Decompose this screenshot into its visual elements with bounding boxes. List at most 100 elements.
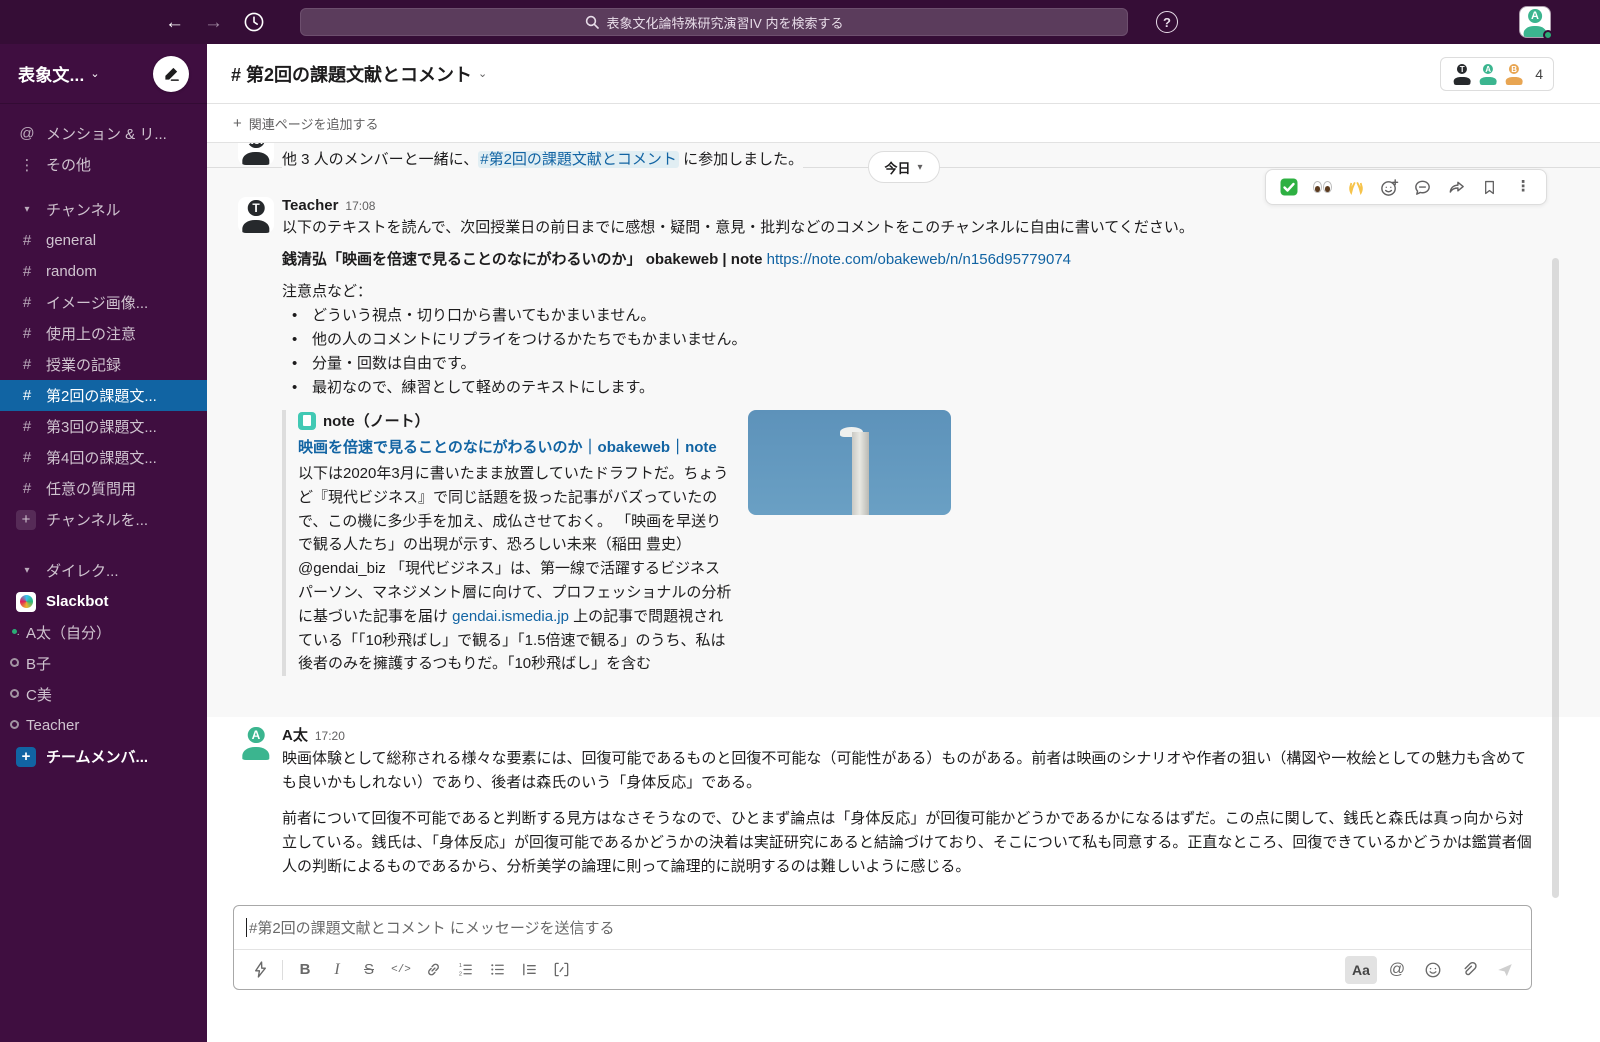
sidebar-channel-session2-active[interactable]: #第2回の課題文... <box>0 380 207 411</box>
sidebar-channel-images[interactable]: #イメージ画像... <box>0 287 207 318</box>
hash-icon: # <box>16 449 38 466</box>
member-avatar: B <box>1503 63 1525 85</box>
sidebar-channel-questions[interactable]: #任意の質問用 <box>0 473 207 504</box>
add-teammates-button[interactable]: + チームメンバ... <box>0 741 207 772</box>
white-check-mark-reaction-button[interactable] <box>1274 173 1304 201</box>
composer-input[interactable]: #第2回の課題文献とコメント にメッセージを送信する <box>234 906 1531 949</box>
divider <box>282 960 283 980</box>
dm-bko[interactable]: B B子 <box>0 648 207 679</box>
main-pane: # 第2回の課題文献とコメント ⌄ T A B 4 + 関連ページを追加する T… <box>207 44 1600 1042</box>
mention-button[interactable]: @ <box>1381 956 1413 984</box>
more-actions-button[interactable]: ⋮ <box>1508 173 1538 201</box>
author-name[interactable]: Teacher <box>282 143 338 146</box>
teacher-message: T Teacher17:08 以下のテキストを読んで、次回授業日の前日までに感想… <box>207 197 1600 676</box>
shortcuts-lightning-button[interactable] <box>244 956 276 984</box>
sidebar-channel-session3[interactable]: #第3回の課題文... <box>0 411 207 442</box>
help-icon[interactable]: ? <box>1156 11 1178 33</box>
add-channel-button[interactable]: + チャンネルを... <box>0 504 207 535</box>
sidebar-item-mentions[interactable]: @ メンション & リ... <box>0 118 207 149</box>
timestamp[interactable]: 17:05 <box>345 143 375 145</box>
user-avatar[interactable]: A <box>1520 7 1550 37</box>
hash-icon: # <box>16 480 38 497</box>
back-icon[interactable]: ← <box>165 13 184 32</box>
dm-cmi[interactable]: C C美 <box>0 679 207 710</box>
bulleted-list-button[interactable] <box>481 956 513 984</box>
attach-file-button[interactable] <box>1453 956 1485 984</box>
member-count: 4 <box>1535 66 1543 82</box>
link-button[interactable] <box>417 956 449 984</box>
more-icon: ⋮ <box>16 156 38 174</box>
workspace-header[interactable]: 表象文... ⌄ <box>0 44 207 104</box>
code-block-button[interactable] <box>545 956 577 984</box>
notes-bullet-list: どういう視点・切り口から書いてもかまいません。 他の人のコメントにリプライをつけ… <box>282 304 1532 400</box>
avatar[interactable]: Teacher <box>238 143 274 165</box>
sidebar-channel-class-records[interactable]: #授業の記録 <box>0 349 207 380</box>
code-button[interactable]: </> <box>385 956 417 984</box>
hide-formatting-button[interactable]: Aa <box>1345 956 1377 984</box>
add-related-page-button[interactable]: + 関連ページを追加する <box>233 114 379 133</box>
save-bookmark-button[interactable] <box>1475 173 1505 201</box>
message-composer: #第2回の課題文献とコメント にメッセージを送信する B I S </> 12 <box>233 905 1532 990</box>
sidebar-channel-session4[interactable]: #第4回の課題文... <box>0 442 207 473</box>
presence-indicator <box>10 720 19 729</box>
ordered-list-button[interactable]: 12 <box>449 956 481 984</box>
link-attachment: note（ノート） 映画を倍速で見ることのなにがわるいのか｜obakeweb｜n… <box>282 410 1532 676</box>
sidebar-channel-usage-notes[interactable]: #使用上の注意 <box>0 318 207 349</box>
dm-slackbot[interactable]: Slackbot <box>0 586 207 617</box>
chevron-down-icon: ⌄ <box>478 67 487 80</box>
emoji-button[interactable] <box>1417 956 1449 984</box>
add-reaction-button[interactable] <box>1374 173 1404 201</box>
sidebar-item-more[interactable]: ⋮ その他 <box>0 149 207 180</box>
send-button[interactable] <box>1489 956 1521 984</box>
attachment-title-link[interactable]: 映画を倍速で見ることのなにがわるいのか｜obakeweb｜note <box>298 436 734 460</box>
author-name[interactable]: Teacher <box>282 197 338 214</box>
share-message-button[interactable] <box>1441 173 1471 201</box>
dm-teacher[interactable]: T Teacher <box>0 710 207 741</box>
timestamp[interactable]: 17:20 <box>315 729 345 743</box>
italic-button[interactable]: I <box>321 956 353 984</box>
forward-icon[interactable]: → <box>204 13 223 32</box>
hash-icon: # <box>16 418 38 435</box>
sidebar-channel-general[interactable]: #general <box>0 225 207 256</box>
svg-text:2: 2 <box>458 972 461 978</box>
dms-section-header[interactable]: ▾ ダイレク... <box>0 555 207 586</box>
attachment-image-chimney-sky[interactable] <box>748 410 951 515</box>
attachment-service: note（ノート） <box>298 410 734 431</box>
channels-section-header[interactable]: ▾ チャンネル <box>0 194 207 225</box>
search-placeholder: 表象文化論特殊研究演習IV 内を検索する <box>607 13 844 32</box>
date-divider-pill[interactable]: 今日▾ <box>867 151 939 183</box>
plus-icon: + <box>16 510 36 530</box>
raised-hands-reaction-button[interactable] <box>1341 173 1371 201</box>
plus-icon: + <box>233 115 242 132</box>
channel-title[interactable]: # 第2回の課題文献とコメント <box>231 61 472 87</box>
citation-line: 銭清弘「映画を倍速で見ることのなにがわるいのか」 obakeweb | note… <box>282 248 1532 272</box>
bullet-item: 他の人のコメントにリプライをつけるかたちでもかまいません。 <box>282 328 1532 352</box>
hash-icon: # <box>16 294 38 311</box>
bullet-item: どういう視点・切り口から書いてもかまいません。 <box>282 304 1532 328</box>
sidebar-channel-random[interactable]: #random <box>0 256 207 287</box>
channel-members-button[interactable]: T A B 4 <box>1440 57 1554 91</box>
dm-self[interactable]: A A太（自分） <box>0 617 207 648</box>
author-name[interactable]: A太 <box>282 727 308 744</box>
gendai-link[interactable]: gendai.ismedia.jp <box>452 608 569 625</box>
canvas-tab-bar: + 関連ページを追加する <box>207 104 1600 143</box>
note-service-icon <box>298 412 316 430</box>
bold-button[interactable]: B <box>289 956 321 984</box>
new-message-button[interactable] <box>153 56 189 92</box>
search-input[interactable]: 表象文化論特殊研究演習IV 内を検索する <box>300 8 1128 36</box>
eyes-reaction-button[interactable] <box>1307 173 1337 201</box>
note-url-link[interactable]: https://note.com/obakeweb/n/n156d9577907… <box>767 251 1071 268</box>
hash-icon: # <box>16 232 38 249</box>
timestamp[interactable]: 17:08 <box>345 199 375 213</box>
message-paragraph: 前者について回復不可能であると判断する見方はなさそうなので、ひとまず論点は「身体… <box>282 807 1532 879</box>
strikethrough-button[interactable]: S <box>353 956 385 984</box>
avatar[interactable]: A <box>238 724 274 760</box>
history-icon[interactable] <box>243 11 265 33</box>
reply-in-thread-button[interactable] <box>1408 173 1438 201</box>
scrollbar[interactable] <box>1552 258 1559 898</box>
blockquote-button[interactable] <box>513 956 545 984</box>
channel-mention-link[interactable]: #第2回の課題文献とコメント <box>478 151 679 168</box>
avatar[interactable]: T <box>238 197 274 233</box>
message-list[interactable]: Teacher Teacher17:05 他 3 人のメンバーと一緒に、#第2回… <box>207 143 1600 890</box>
attachment-body: 以下は2020年3月に書いたまま放置していたドラフトだ。ちょうど『現代ビジネス』… <box>298 462 734 676</box>
